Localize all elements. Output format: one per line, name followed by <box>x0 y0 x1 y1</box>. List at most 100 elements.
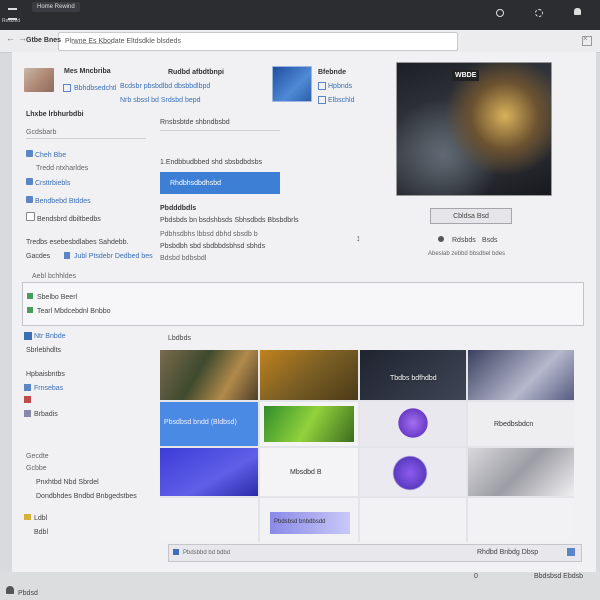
share-icon[interactable] <box>438 236 444 242</box>
profile-link[interactable]: Bbhdbsedchtl <box>74 84 116 93</box>
filter-icon <box>27 293 33 299</box>
footer-last-1[interactable]: Bdbl <box>34 528 48 537</box>
nav-link-4[interactable]: Brbadis <box>34 410 58 419</box>
card-label: Bfebnde <box>318 69 346 76</box>
tile-14[interactable]: Pbdsbsd bnbdbsdd <box>260 498 358 542</box>
card-icon-1 <box>318 82 326 90</box>
tile-3-label: Tbdbs bdfhdbd <box>390 375 437 382</box>
nav-link-2[interactable]: Hpbaisbntbs <box>26 370 65 379</box>
section-label: Rnsbsbtde shbndbsbd <box>160 119 230 126</box>
footer-item-2[interactable]: Dondbhdes Bndbd Bnbgedstbes <box>36 492 137 501</box>
bookmark-icon <box>26 150 33 157</box>
tab-label: Home Rewind <box>37 4 75 10</box>
center-heading: Rudbd afbdtbnpi <box>168 69 224 76</box>
pin-icon[interactable]: ↕ <box>356 234 361 243</box>
footer-last-0[interactable]: Ldbl <box>34 514 47 523</box>
section-heading: Lhxbe lrbhurbdbi <box>26 111 84 118</box>
tile-14-label: Pbdsbsd bnbdbsdd <box>274 519 326 525</box>
tile-13[interactable] <box>160 498 258 542</box>
gallery-search-bar[interactable]: Pbdsbbd bd bdbd Rhdbd Bnbdg Dbsp <box>168 544 582 562</box>
gallery-heading: Lbdbds <box>168 335 191 342</box>
tile-2[interactable] <box>260 350 358 400</box>
open-button[interactable]: Cbldsa Bsd <box>430 208 512 224</box>
note-sub1: Gacdes <box>26 253 51 260</box>
page-title: Gtbe Bnes <box>26 37 62 44</box>
page-content: Gtbe Bnes × Mes Mncbriba Bbhdbsedchtl Lh… <box>12 34 596 572</box>
filter-link-1[interactable]: Sbelbo Beerl <box>37 293 77 302</box>
folder-icon-yellow <box>24 514 31 520</box>
action-1[interactable]: Bsds <box>482 236 498 245</box>
tile-16[interactable] <box>468 498 574 542</box>
nav-icon-2 <box>24 384 31 391</box>
back-icon[interactable]: ← <box>6 34 15 43</box>
search-bar-end-icon[interactable] <box>567 548 575 556</box>
tile-12[interactable] <box>468 448 574 496</box>
status-right: Bbdsbsd Ebdsb <box>534 573 584 580</box>
url-text: Plrwne Es Kbodate Eltdsdkle blsdeds <box>65 38 181 45</box>
menu-label: Resized <box>2 18 21 24</box>
profile-avatar <box>24 68 54 92</box>
list-item[interactable]: Cheh Bbe <box>26 150 101 164</box>
footer-heading: Gecdte <box>26 453 49 460</box>
section-divider <box>160 130 280 131</box>
tile-11-art <box>388 454 432 492</box>
desc-title: Pbdddbdls <box>160 205 197 212</box>
tile-15[interactable] <box>360 498 466 542</box>
address-bar-row: ← → Plrwne Es Kbodate Eltdsdkle blsdeds <box>0 30 600 53</box>
status-user-icon <box>6 586 14 594</box>
tile-10-label: Mbsdbd B <box>290 469 322 476</box>
tile-3[interactable]: Tbdbs bdfhdbd <box>360 350 466 400</box>
left-list: Cheh Bbe Tredd ntxharldes Crsttrbiebls B… <box>26 150 101 226</box>
settings-icon[interactable] <box>535 9 543 17</box>
nav-icon-3 <box>24 396 31 403</box>
tile-5[interactable]: Pbsdbsd bndd (Bldbsd) <box>160 402 258 446</box>
nav-icon-4 <box>24 410 31 417</box>
page-close-icon[interactable]: × <box>583 34 588 43</box>
folder-icon <box>26 178 33 185</box>
action-button[interactable]: Rhdbhsdbdhsbd <box>160 172 280 194</box>
action-0[interactable]: Rdsbds <box>452 236 476 245</box>
tag-icon <box>26 196 33 203</box>
url-field[interactable]: Plrwne Es Kbodate Eltdsdkle blsdeds <box>58 32 458 51</box>
open-button-label: Cbldsa Bsd <box>453 213 489 220</box>
app-card-image[interactable] <box>272 66 312 102</box>
tile-7[interactable] <box>360 402 466 446</box>
note-sub2[interactable]: Jubl Ptsdebr Dedbed bes <box>74 252 153 261</box>
menu-button[interactable]: Resized <box>2 4 22 24</box>
more-link-1[interactable]: Sbrlebhdlts <box>26 346 61 355</box>
tile-6[interactable] <box>260 402 358 446</box>
tile-4[interactable] <box>468 350 574 400</box>
tile-10[interactable]: Mbsdbd B <box>260 448 358 496</box>
filter-panel: Sbelbo Beerl Tearl Mbdcebdnl Bnbbo <box>22 282 584 326</box>
filter-link-2[interactable]: Tearl Mbdcebdnl Bnbbo <box>37 307 111 316</box>
tile-8[interactable]: Rbedbsbdcn <box>468 402 574 446</box>
notification-icon[interactable] <box>574 8 581 15</box>
user-icon <box>24 332 32 340</box>
list-item[interactable]: Bendbebd Btddes <box>26 196 101 212</box>
more-link-0[interactable]: Ntr Bnbde <box>34 332 66 341</box>
tab-home[interactable]: Home Rewind <box>32 2 80 12</box>
desc-line-3: Pbsbdbh sbd sbdbbdsbhsd sbhds <box>160 243 266 250</box>
search-icon[interactable] <box>496 9 504 17</box>
tile-1[interactable] <box>160 350 258 400</box>
search-bar-icon <box>173 549 179 555</box>
card-link-1[interactable]: Hpbnds <box>328 82 352 91</box>
profile-icon <box>63 84 71 92</box>
list-item[interactable]: Crsttrbiebls <box>26 178 101 196</box>
list-item[interactable]: Bendsbrd dbiltbedbs <box>26 212 101 226</box>
document-icon <box>26 212 35 221</box>
info-icon <box>64 252 70 259</box>
footer-sub: Gcbbe <box>26 465 47 472</box>
cover-title: WBDE <box>452 70 480 81</box>
tile-9[interactable] <box>160 448 258 496</box>
footer-item-1[interactable]: Pnxhtbd Nbd Sbrdel <box>36 478 99 487</box>
nav-link-3[interactable]: Frnsebas <box>34 384 63 393</box>
card-link-2[interactable]: Elbschld <box>328 96 354 105</box>
list-item[interactable]: Tredd ntxharldes <box>26 164 101 178</box>
card-icon-2 <box>318 96 326 104</box>
tile-8-label: Rbedbsbdcn <box>494 421 534 428</box>
tile-11[interactable] <box>360 448 466 496</box>
tile-7-art <box>396 406 430 440</box>
game-cover-image[interactable] <box>396 62 552 196</box>
browser-topbar: Resized Home Rewind <box>0 0 600 30</box>
